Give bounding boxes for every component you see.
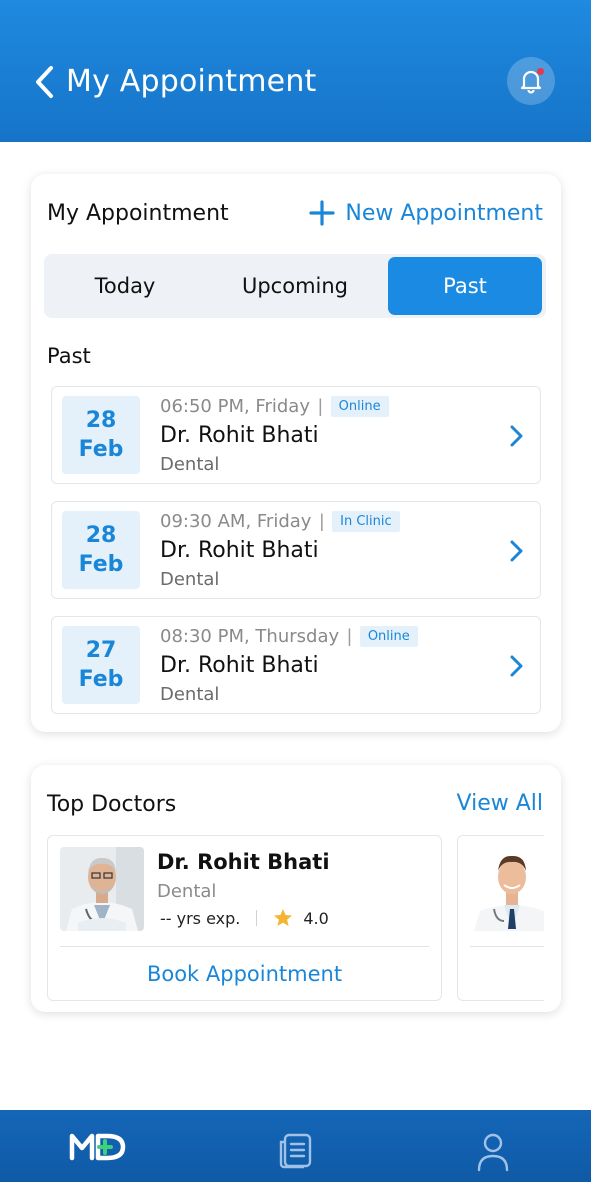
doctor-photo (60, 847, 144, 931)
tab-past[interactable]: Past (388, 257, 542, 315)
appointment-specialty: Dental (160, 684, 220, 705)
nav-profile[interactable] (463, 1132, 523, 1180)
appointment-time: 06:50 PM, Friday (160, 396, 310, 417)
appointment-doctor-name: Dr. Rohit Bhati (160, 423, 319, 448)
mode-badge: In Clinic (332, 511, 400, 532)
appointment-time: 09:30 AM, Friday (160, 511, 312, 532)
top-doctors-card: Top Doctors View All Dr. Rohit Bhati Den… (31, 765, 561, 1012)
date-box: 28 Feb (62, 511, 140, 589)
home-logo-icon (69, 1133, 126, 1161)
doctor-card[interactable]: Dr. Rohit Bhati Dental -- yrs exp. 4.0 B… (47, 835, 442, 1001)
star-icon (274, 909, 293, 926)
appointment-tabs: Today Upcoming Past (44, 254, 546, 318)
bottom-navigation (0, 1110, 591, 1182)
appointment-time-row: 06:50 PM, Friday | Online (160, 396, 389, 417)
appointment-time-row: 08:30 PM, Thursday | Online (160, 626, 418, 647)
appointment-specialty: Dental (160, 454, 220, 475)
date-month: Feb (78, 552, 124, 577)
appointment-specialty: Dental (160, 569, 220, 590)
date-box: 27 Feb (62, 626, 140, 704)
date-day: 28 (85, 522, 117, 548)
nav-home[interactable] (68, 1132, 128, 1180)
separator: | (317, 396, 323, 416)
date-box: 28 Feb (62, 396, 140, 474)
doctor-specialty: Dental (157, 881, 217, 902)
date-month: Feb (78, 667, 124, 692)
doctor-portrait-image (470, 847, 544, 931)
doctors-carousel[interactable]: Dr. Rohit Bhati Dental -- yrs exp. 4.0 B… (47, 835, 544, 1001)
notification-dot (537, 68, 544, 75)
appointment-time-row: 09:30 AM, Friday | In Clinic (160, 511, 400, 532)
doctor-card[interactable] (457, 835, 544, 1001)
appointment-item[interactable]: 27 Feb 08:30 PM, Thursday | Online Dr. R… (51, 616, 541, 714)
records-icon (279, 1133, 312, 1169)
appointment-item[interactable]: 28 Feb 06:50 PM, Friday | Online Dr. Roh… (51, 386, 541, 484)
appointments-card-title: My Appointment (47, 201, 229, 226)
view-all-link[interactable]: View All (457, 791, 543, 816)
profile-icon (477, 1133, 509, 1172)
doctor-name: Dr. Rohit Bhati (157, 850, 330, 874)
doctor-meta: -- yrs exp. 4.0 (160, 908, 329, 928)
chevron-left-icon (36, 66, 53, 98)
doctor-portrait-image (60, 847, 144, 931)
appointment-item[interactable]: 28 Feb 09:30 AM, Friday | In Clinic Dr. … (51, 501, 541, 599)
date-month: Feb (78, 437, 124, 462)
notification-button[interactable] (507, 57, 555, 105)
tab-today[interactable]: Today (50, 257, 200, 315)
card-divider (470, 946, 544, 947)
page-title: My Appointment (66, 64, 317, 99)
meta-divider (256, 910, 258, 926)
date-day: 28 (85, 407, 117, 433)
new-appointment-label: New Appointment (345, 200, 543, 226)
section-label-past: Past (47, 344, 91, 368)
chevron-right-icon (510, 540, 523, 562)
appointment-time: 08:30 PM, Thursday (160, 626, 340, 647)
doctor-photo (470, 847, 544, 931)
book-appointment-button[interactable]: Book Appointment (48, 962, 441, 986)
mode-badge: Online (359, 626, 418, 647)
doctor-experience: -- yrs exp. (160, 908, 241, 928)
mode-badge: Online (330, 396, 389, 417)
nav-records[interactable] (265, 1132, 325, 1180)
chevron-right-icon (510, 425, 523, 447)
back-button[interactable] (30, 62, 60, 102)
tab-upcoming[interactable]: Upcoming (224, 257, 366, 315)
app-header: My Appointment (0, 0, 591, 142)
top-doctors-title: Top Doctors (47, 792, 177, 817)
separator: | (347, 626, 352, 646)
doctor-rating: 4.0 (303, 908, 329, 928)
new-appointment-button[interactable]: New Appointment (309, 200, 543, 226)
plus-icon (309, 200, 335, 226)
card-divider (60, 946, 429, 947)
date-day: 27 (85, 637, 117, 663)
separator: | (319, 511, 325, 531)
appointments-card: My Appointment New Appointment Today Upc… (31, 174, 561, 732)
chevron-right-icon (510, 655, 523, 677)
appointment-doctor-name: Dr. Rohit Bhati (160, 538, 319, 563)
appointment-doctor-name: Dr. Rohit Bhati (160, 653, 319, 678)
